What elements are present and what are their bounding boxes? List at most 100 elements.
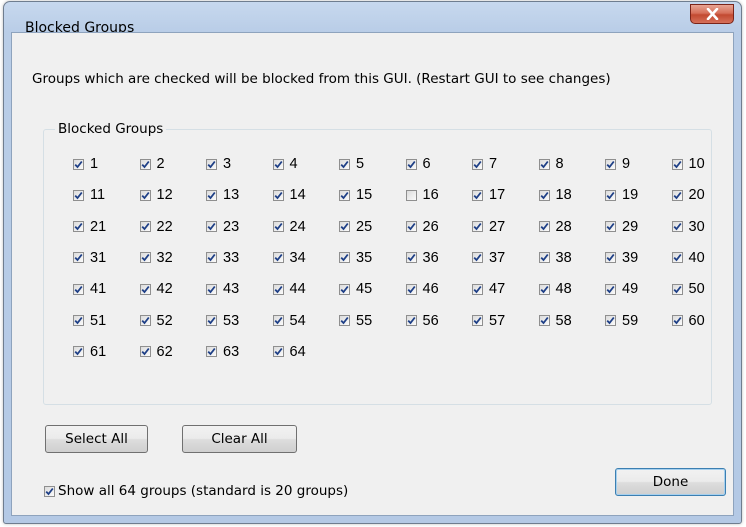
group-checkbox-13[interactable]: 13 xyxy=(206,186,239,204)
checkbox-box[interactable] xyxy=(405,189,417,201)
done-button[interactable]: Done xyxy=(615,468,726,496)
group-checkbox-28[interactable]: 28 xyxy=(538,218,572,236)
group-checkbox-34[interactable]: 34 xyxy=(272,249,306,267)
checkbox-box[interactable] xyxy=(671,189,683,201)
checkbox-box[interactable] xyxy=(139,221,151,233)
clear-all-button[interactable]: Clear All xyxy=(182,425,297,453)
group-checkbox-31[interactable]: 31 xyxy=(73,249,106,267)
group-checkbox-14[interactable]: 14 xyxy=(272,186,306,204)
group-checkbox-50[interactable]: 50 xyxy=(671,280,705,298)
group-checkbox-60[interactable]: 60 xyxy=(671,312,705,330)
checkbox-box[interactable] xyxy=(73,221,84,233)
checkbox-box[interactable] xyxy=(472,221,483,233)
group-checkbox-19[interactable]: 19 xyxy=(605,186,638,204)
checkbox-box[interactable] xyxy=(272,252,284,264)
checkbox-box[interactable] xyxy=(272,315,284,326)
group-checkbox-53[interactable]: 53 xyxy=(206,312,239,330)
checkbox-box[interactable] xyxy=(671,283,683,295)
checkbox-box[interactable] xyxy=(206,346,217,358)
checkbox-box[interactable] xyxy=(472,189,483,201)
checkbox-box[interactable] xyxy=(538,158,550,170)
group-checkbox-54[interactable]: 54 xyxy=(272,312,306,330)
checkbox-box[interactable] xyxy=(339,158,350,170)
group-checkbox-26[interactable]: 26 xyxy=(405,218,439,236)
checkbox-box[interactable] xyxy=(139,315,151,326)
group-checkbox-9[interactable]: 9 xyxy=(605,155,630,173)
checkbox-box[interactable] xyxy=(405,158,417,170)
group-checkbox-17[interactable]: 17 xyxy=(472,186,505,204)
checkbox-box[interactable] xyxy=(73,252,84,264)
group-checkbox-32[interactable]: 32 xyxy=(139,249,173,267)
group-checkbox-59[interactable]: 59 xyxy=(605,312,638,330)
group-checkbox-38[interactable]: 38 xyxy=(538,249,572,267)
checkbox-box[interactable] xyxy=(538,283,550,295)
group-checkbox-47[interactable]: 47 xyxy=(472,280,505,298)
group-checkbox-33[interactable]: 33 xyxy=(206,249,239,267)
checkbox-box[interactable] xyxy=(139,158,151,170)
checkbox-box[interactable] xyxy=(339,189,350,201)
group-checkbox-11[interactable]: 11 xyxy=(73,186,105,204)
group-checkbox-49[interactable]: 49 xyxy=(605,280,638,298)
checkbox-box[interactable] xyxy=(73,346,84,358)
checkbox-box[interactable] xyxy=(272,346,284,358)
select-all-button[interactable]: Select All xyxy=(45,425,148,453)
group-checkbox-51[interactable]: 51 xyxy=(73,312,106,330)
show-all-groups-checkbox[interactable]: Show all 64 groups (standard is 20 group… xyxy=(44,483,348,499)
checkbox-box[interactable] xyxy=(272,158,284,170)
checkbox-box[interactable] xyxy=(405,221,417,233)
checkbox-box[interactable] xyxy=(206,252,217,264)
group-checkbox-7[interactable]: 7 xyxy=(472,155,497,173)
checkbox-box[interactable] xyxy=(206,189,217,201)
checkbox-box[interactable] xyxy=(339,315,350,326)
checkbox-box[interactable] xyxy=(206,158,217,170)
group-checkbox-18[interactable]: 18 xyxy=(538,186,572,204)
checkbox-box[interactable] xyxy=(73,315,84,326)
group-checkbox-8[interactable]: 8 xyxy=(538,155,564,173)
checkbox-box[interactable] xyxy=(272,283,284,295)
close-button[interactable] xyxy=(690,4,734,24)
group-checkbox-12[interactable]: 12 xyxy=(139,186,173,204)
group-checkbox-10[interactable]: 10 xyxy=(671,155,705,173)
group-checkbox-62[interactable]: 62 xyxy=(139,343,173,361)
checkbox-box[interactable] xyxy=(671,158,683,170)
group-checkbox-39[interactable]: 39 xyxy=(605,249,638,267)
checkbox-box[interactable] xyxy=(405,252,417,264)
group-checkbox-35[interactable]: 35 xyxy=(339,249,372,267)
checkbox-box[interactable] xyxy=(139,283,151,295)
group-checkbox-48[interactable]: 48 xyxy=(538,280,572,298)
group-checkbox-25[interactable]: 25 xyxy=(339,218,372,236)
checkbox-box[interactable] xyxy=(605,189,616,201)
group-checkbox-45[interactable]: 45 xyxy=(339,280,372,298)
group-checkbox-63[interactable]: 63 xyxy=(206,343,239,361)
group-checkbox-30[interactable]: 30 xyxy=(671,218,705,236)
group-checkbox-2[interactable]: 2 xyxy=(139,155,165,173)
checkbox-box[interactable] xyxy=(206,283,217,295)
checkbox-box[interactable] xyxy=(472,283,483,295)
group-checkbox-16[interactable]: 16 xyxy=(405,186,439,204)
group-checkbox-64[interactable]: 64 xyxy=(272,343,306,361)
group-checkbox-4[interactable]: 4 xyxy=(272,155,298,173)
checkbox-box[interactable] xyxy=(671,221,683,233)
group-checkbox-55[interactable]: 55 xyxy=(339,312,372,330)
group-checkbox-3[interactable]: 3 xyxy=(206,155,231,173)
checkbox-box[interactable] xyxy=(538,221,550,233)
checkbox-box[interactable] xyxy=(605,252,616,264)
checkbox-box[interactable] xyxy=(671,315,683,326)
group-checkbox-21[interactable]: 21 xyxy=(73,218,106,236)
group-checkbox-20[interactable]: 20 xyxy=(671,186,705,204)
group-checkbox-57[interactable]: 57 xyxy=(472,312,505,330)
group-checkbox-29[interactable]: 29 xyxy=(605,218,638,236)
checkbox-box[interactable] xyxy=(605,283,616,295)
group-checkbox-40[interactable]: 40 xyxy=(671,249,705,267)
checkbox-box[interactable] xyxy=(339,252,350,264)
checkbox-box[interactable] xyxy=(73,189,84,201)
checkbox-box[interactable] xyxy=(405,283,417,295)
group-checkbox-43[interactable]: 43 xyxy=(206,280,239,298)
checkbox-box[interactable] xyxy=(73,283,84,295)
group-checkbox-1[interactable]: 1 xyxy=(73,155,98,173)
group-checkbox-56[interactable]: 56 xyxy=(405,312,439,330)
checkbox-box[interactable] xyxy=(206,315,217,326)
group-checkbox-15[interactable]: 15 xyxy=(339,186,372,204)
checkbox-box[interactable] xyxy=(472,158,483,170)
group-checkbox-41[interactable]: 41 xyxy=(73,280,106,298)
